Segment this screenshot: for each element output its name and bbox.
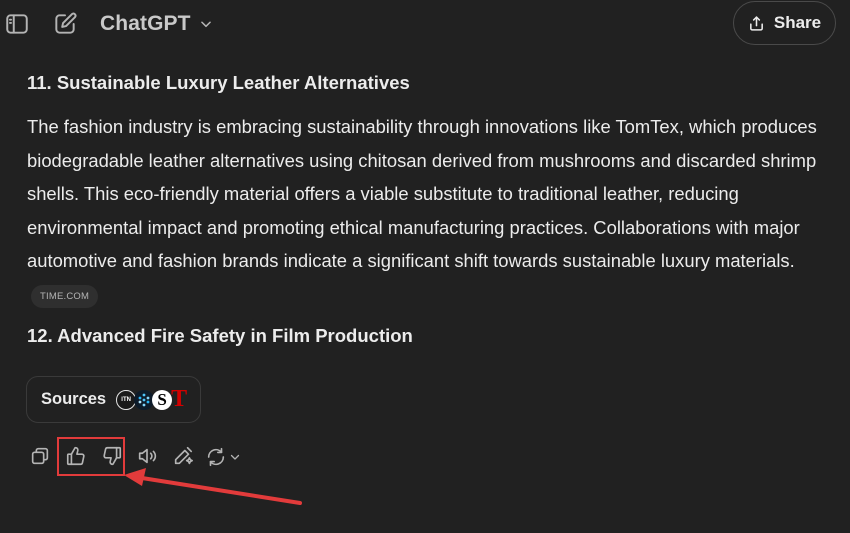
s-favicon: S: [152, 389, 173, 410]
t-favicon: T: [171, 386, 188, 412]
new-chat-icon[interactable]: [52, 11, 78, 37]
sources-button[interactable]: Sources ITN S T: [26, 376, 201, 423]
paragraph-line: biodegradable leather alternatives using…: [27, 149, 817, 171]
section-heading-11: 11. Sustainable Luxury Leather Alternati…: [27, 72, 410, 93]
section-paragraph: The fashion industry is embracing sustai…: [27, 110, 850, 278]
section-heading-12: 12. Advanced Fire Safety in Film Product…: [27, 325, 413, 346]
source-favicons: ITN S T: [116, 386, 188, 412]
citation-pill[interactable]: TIME.COM: [31, 285, 99, 308]
paragraph-line: shells. This eco-friendly material offer…: [27, 183, 739, 204]
paragraph-line: environmental impact and promoting ethic…: [27, 216, 800, 238]
paragraph-line: The fashion industry is embracing sustai…: [27, 116, 817, 137]
model-picker[interactable]: ChatGPT: [100, 10, 213, 38]
copy-icon[interactable]: [29, 445, 53, 469]
annotation-arrow-icon: [124, 468, 302, 505]
highlight-box: [57, 437, 125, 476]
chevron-down-icon: [229, 451, 241, 463]
sidebar-toggle-icon[interactable]: [4, 11, 30, 37]
regenerate-icon: [205, 446, 227, 468]
chevron-down-icon: [199, 17, 213, 31]
share-label: Share: [773, 13, 822, 32]
chat-page: ChatGPT Share 11. Sustainable Luxury Lea…: [0, 0, 850, 533]
sources-label: Sources: [41, 390, 107, 408]
top-bar: ChatGPT Share: [0, 0, 850, 48]
share-button[interactable]: Share: [733, 1, 836, 45]
dots-favicon: [134, 389, 155, 410]
model-name: ChatGPT: [100, 12, 191, 35]
share-icon: [748, 15, 765, 32]
itn-favicon: ITN: [116, 389, 137, 410]
paragraph-line: automotive and fashion brands indicate a…: [27, 250, 795, 271]
